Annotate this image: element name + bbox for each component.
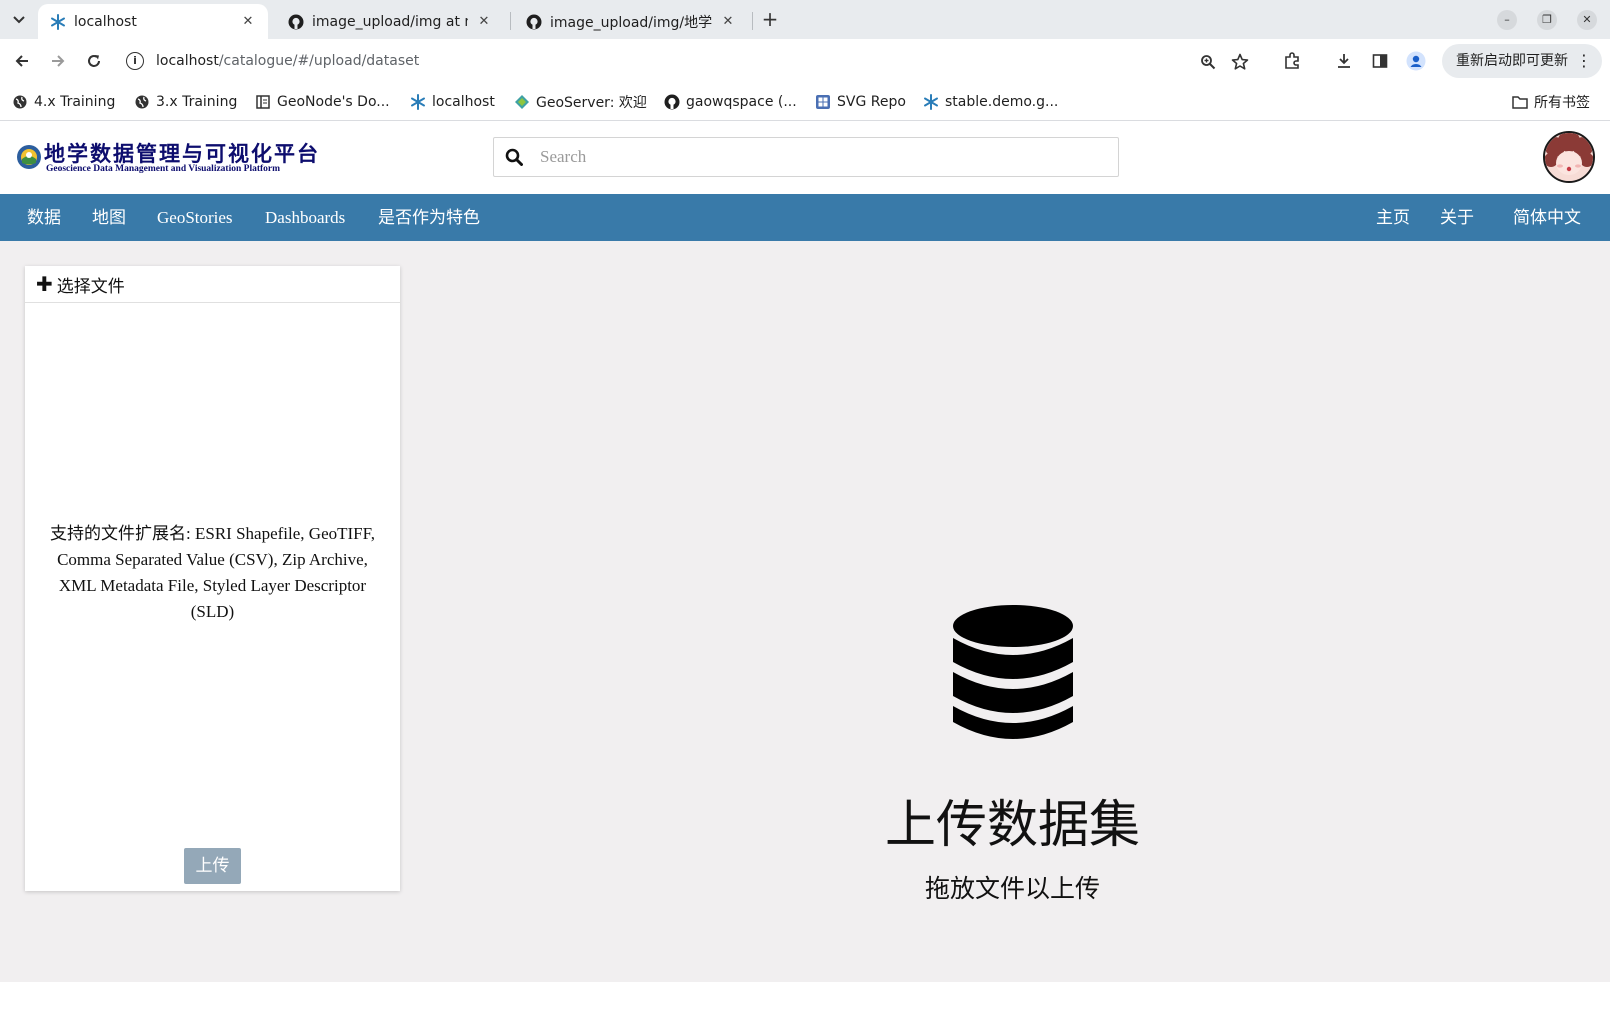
tab-github-2[interactable]: image_upload/img/地学 ✕	[514, 4, 748, 39]
all-bookmarks-label: 所有书签	[1534, 95, 1590, 111]
zoom-icon[interactable]	[1198, 52, 1218, 72]
tab-title: image_upload/img/地学	[550, 14, 712, 31]
geoserver-icon	[514, 94, 530, 110]
url-host: localhost	[156, 53, 219, 69]
site-info-icon[interactable]: i	[126, 52, 144, 70]
choose-files-button[interactable]: ✚ 选择文件	[25, 266, 400, 303]
tab-separator	[510, 12, 511, 30]
chevron-down-icon	[13, 16, 25, 24]
browser-toolbar: i localhost /catalogue/#/upload/dataset …	[0, 39, 1610, 83]
site-header: 地学数据管理与可视化平台 Geoscience Data Management …	[0, 122, 1610, 194]
search-icon	[504, 147, 524, 167]
bookmark-label: gaowqspace (...	[686, 94, 797, 110]
bookmark-gaowqspace[interactable]: gaowqspace (...	[664, 91, 797, 113]
all-bookmarks[interactable]: 所有书签	[1512, 91, 1590, 113]
nav-item-dashboards[interactable]: Dashboards	[265, 194, 345, 241]
bookmark-star-icon[interactable]	[1230, 52, 1250, 72]
drop-zone-title: 上传数据集	[884, 796, 1140, 855]
search-box	[493, 137, 1119, 177]
user-avatar-icon	[1545, 133, 1593, 181]
choose-files-label: 选择文件	[56, 276, 125, 297]
arrow-right-icon	[52, 55, 65, 67]
bookmark-svg-repo[interactable]: SVG Repo	[815, 91, 906, 113]
minimize-button[interactable]: –	[1497, 10, 1517, 30]
address-bar[interactable]: i localhost /catalogue/#/upload/dataset	[118, 44, 1418, 78]
main-navbar: 数据 地图 GeoStories Dashboards 是否作为特色 主页 关于…	[0, 194, 1610, 241]
download-icon[interactable]	[1334, 51, 1354, 71]
upload-button[interactable]: 上传	[184, 848, 241, 884]
nav-item-about[interactable]: 关于	[1440, 194, 1474, 241]
more-vert-icon: ⋮	[1576, 51, 1592, 70]
bookmark-label: GeoNode's Do...	[277, 94, 390, 110]
tab-separator	[752, 12, 753, 30]
svgrepo-icon	[815, 94, 831, 110]
snowflake-icon	[410, 94, 426, 110]
tab-title: localhost	[74, 13, 137, 30]
update-label: 重新启动即可更新	[1456, 53, 1568, 69]
docs-icon	[255, 94, 271, 110]
nav-item-featured[interactable]: 是否作为特色	[378, 194, 480, 241]
tab-github-1[interactable]: image_upload/img at m ✕	[276, 4, 504, 39]
supported-extensions-text: 支持的文件扩展名: ESRI Shapefile, GeoTIFF, Comma…	[50, 524, 375, 621]
language-selector[interactable]: 简体中文	[1513, 194, 1581, 241]
drop-zone-subtitle: 拖放文件以上传	[924, 874, 1100, 903]
github-icon	[288, 14, 304, 30]
github-icon	[664, 94, 680, 110]
tab-search-button[interactable]	[6, 7, 32, 33]
plus-icon: ✚	[36, 272, 53, 296]
snowflake-icon	[50, 13, 66, 30]
bookmark-localhost[interactable]: localhost	[410, 91, 495, 113]
profile-icon[interactable]	[1406, 51, 1426, 71]
page-content: 地学数据管理与可视化平台 Geoscience Data Management …	[0, 122, 1610, 982]
globe-icon	[134, 94, 150, 110]
upload-panel: ✚ 选择文件 支持的文件扩展名: ESRI Shapefile, GeoTIFF…	[25, 266, 400, 891]
tab-title: image_upload/img at m	[312, 13, 468, 30]
bookmark-3x-training[interactable]: 3.x Training	[134, 91, 237, 113]
github-icon	[526, 14, 542, 30]
side-panel-icon[interactable]	[1370, 51, 1390, 71]
site-logo[interactable]: 地学数据管理与可视化平台 Geoscience Data Management …	[16, 138, 326, 178]
snowflake-icon	[923, 94, 939, 110]
bookmark-label: GeoServer: 欢迎	[536, 95, 647, 111]
close-icon[interactable]: ✕	[720, 14, 736, 29]
logo-title-en: Geoscience Data Management and Visualiza…	[46, 164, 281, 174]
bookmark-label: stable.demo.g...	[945, 94, 1059, 110]
nav-item-home[interactable]: 主页	[1376, 194, 1410, 241]
logo-globe-icon	[17, 145, 41, 169]
nav-item-maps[interactable]: 地图	[92, 194, 126, 241]
extensions-icon[interactable]	[1282, 51, 1302, 71]
reload-icon	[88, 55, 100, 67]
nav-item-geostories[interactable]: GeoStories	[157, 194, 233, 241]
reload-button[interactable]	[82, 49, 106, 73]
arrow-left-icon	[15, 55, 28, 67]
update-browser-button[interactable]: 重新启动即可更新 ⋮	[1442, 44, 1602, 78]
nav-item-data[interactable]: 数据	[27, 194, 61, 241]
forward-button[interactable]	[46, 49, 70, 73]
close-icon[interactable]: ✕	[476, 14, 492, 29]
tab-localhost[interactable]: localhost ✕	[38, 4, 268, 39]
file-drop-zone[interactable]: 上传数据集 拖放文件以上传	[400, 241, 1610, 982]
folder-icon	[1512, 94, 1528, 110]
bookmark-label: 4.x Training	[34, 94, 116, 110]
url-path: /catalogue/#/upload/dataset	[218, 53, 420, 69]
new-tab-button[interactable]: +	[758, 8, 782, 32]
bookmark-4x-training[interactable]: 4.x Training	[12, 91, 115, 113]
restore-button[interactable]: ❐	[1537, 10, 1557, 30]
window-close-button[interactable]: ✕	[1577, 10, 1597, 30]
avatar[interactable]	[1543, 131, 1595, 183]
database-icon	[953, 605, 1073, 739]
bookmark-geonode-docs[interactable]: GeoNode's Do...	[255, 91, 390, 113]
globe-icon	[12, 94, 28, 110]
bookmark-label: SVG Repo	[837, 94, 906, 110]
close-icon[interactable]: ✕	[240, 14, 256, 29]
bookmark-label: localhost	[432, 94, 495, 110]
browser-tab-strip: localhost ✕ image_upload/img at m ✕ imag…	[0, 0, 1610, 39]
bookmark-geoserver[interactable]: GeoServer: 欢迎	[514, 91, 647, 113]
bookmark-label: 3.x Training	[156, 94, 238, 110]
back-button[interactable]	[10, 49, 34, 73]
search-input[interactable]	[540, 147, 1100, 167]
bookmarks-bar: 4.x Training 3.x Training GeoNode's Do..…	[0, 83, 1610, 121]
bookmark-stable-demo[interactable]: stable.demo.g...	[923, 91, 1058, 113]
